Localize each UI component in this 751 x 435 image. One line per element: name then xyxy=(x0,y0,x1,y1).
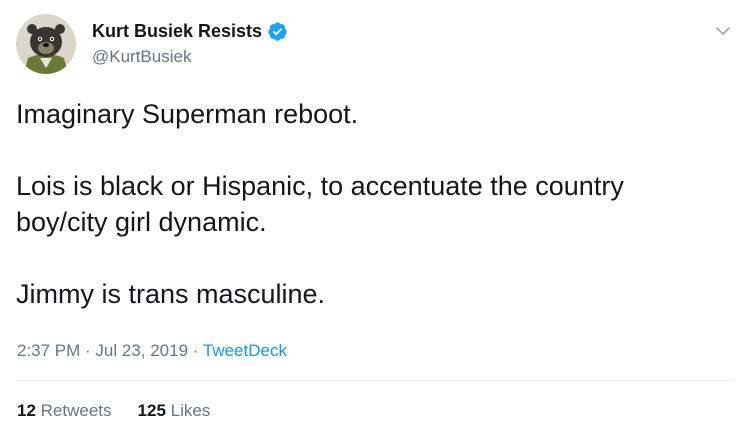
chevron-down-icon[interactable] xyxy=(715,24,731,36)
likes-label: Likes xyxy=(170,401,211,420)
divider xyxy=(16,380,735,381)
retweets-label: Retweets xyxy=(40,401,112,420)
tweet-stats: 12 Retweets 125 Likes xyxy=(17,400,210,422)
author-handle[interactable]: @KurtBusiek xyxy=(92,46,191,68)
tweet-paragraph: Jimmy is trans masculine. xyxy=(16,279,326,309)
source-link[interactable]: TweetDeck xyxy=(203,341,287,360)
bear-avatar-icon xyxy=(16,14,76,74)
tweet-card: Kurt Busiek Resists @KurtBusiek Imaginar… xyxy=(0,0,751,435)
retweets-stat[interactable]: 12 Retweets xyxy=(17,400,112,422)
tweet-date[interactable]: Jul 23, 2019 xyxy=(95,341,188,360)
retweets-count: 12 xyxy=(17,401,36,420)
meta-separator: · xyxy=(80,341,96,360)
tweet-paragraph: Imaginary Superman reboot. xyxy=(16,99,359,129)
display-name[interactable]: Kurt Busiek Resists xyxy=(92,20,262,42)
author-name-row[interactable]: Kurt Busiek Resists xyxy=(92,20,288,42)
likes-count: 125 xyxy=(137,401,166,420)
verified-badge-icon xyxy=(267,21,288,42)
tweet-metadata: 2:37 PM · Jul 23, 2019 · TweetDeck xyxy=(17,340,287,362)
tweet-text: Imaginary Superman reboot. Lois is black… xyxy=(16,96,716,348)
avatar[interactable] xyxy=(16,14,76,74)
likes-stat[interactable]: 125 Likes xyxy=(138,400,211,422)
meta-separator: · xyxy=(188,341,203,360)
tweet-paragraph: Lois is black or Hispanic, to accentuate… xyxy=(16,171,624,237)
tweet-time[interactable]: 2:37 PM xyxy=(17,341,80,360)
